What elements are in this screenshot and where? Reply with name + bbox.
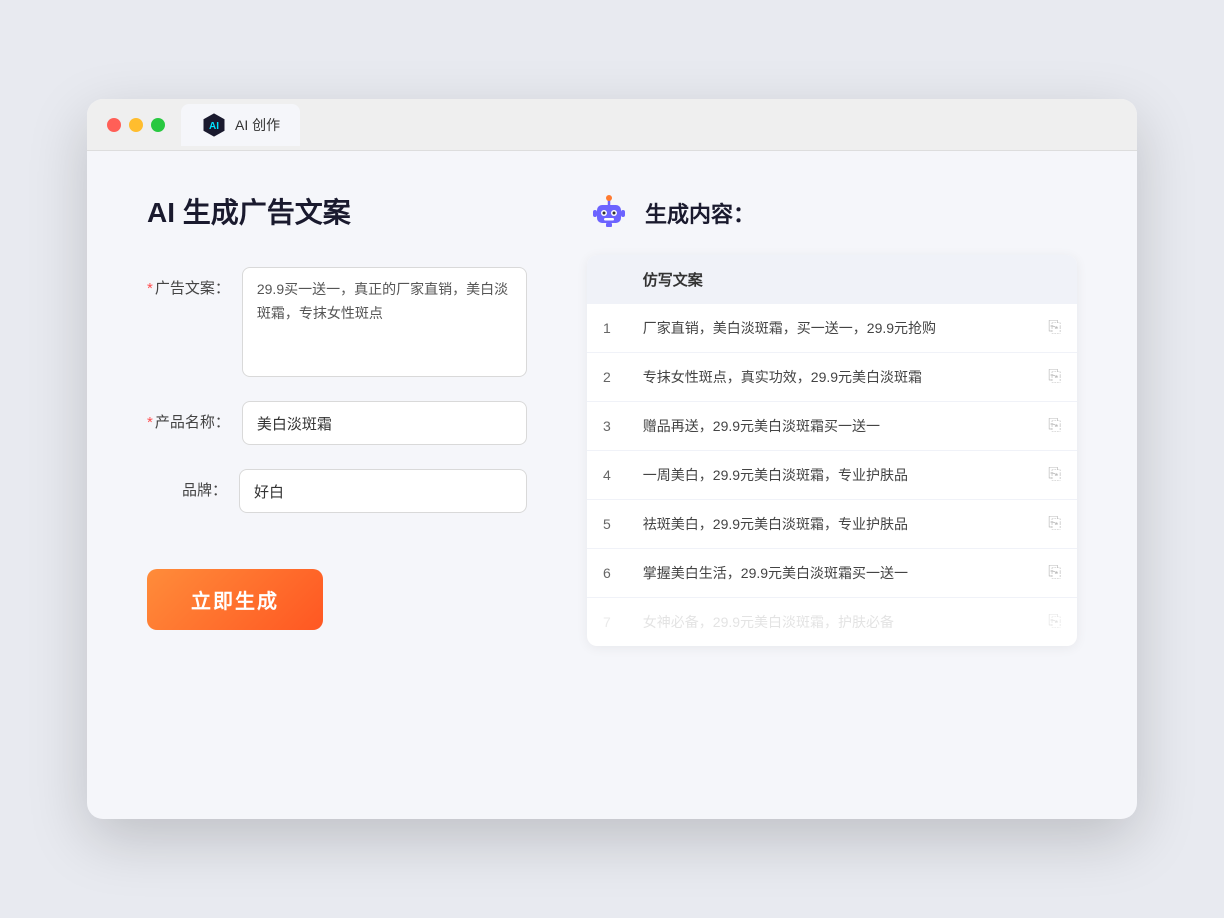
table-row-num: 6 <box>587 549 627 598</box>
brand-group: 品牌： <box>147 469 527 513</box>
robot-icon <box>587 191 631 235</box>
ai-tab-icon: AI <box>201 112 227 138</box>
result-header: 生成内容： <box>587 191 1077 235</box>
ad-copy-required: * <box>147 280 153 297</box>
copy-icon[interactable]: ⎘ <box>1032 451 1077 500</box>
ad-copy-group: *广告文案： 29.9买一送一，真正的厂家直销，美白淡斑霜，专抹女性斑点 <box>147 267 527 377</box>
copy-icon[interactable]: ⎘ <box>1032 353 1077 402</box>
col-header-copy: 仿写文案 <box>627 255 1032 304</box>
copy-icon[interactable]: ⎘ <box>1032 549 1077 598</box>
copy-icon[interactable]: ⎘ <box>1032 402 1077 451</box>
product-name-input[interactable] <box>242 401 527 445</box>
minimize-button[interactable] <box>129 118 143 132</box>
table-row-num: 3 <box>587 402 627 451</box>
right-panel: 生成内容： 仿写文案 1厂家直销，美白淡斑霜，买一送一，29.9元抢购⎘2专抹女… <box>587 191 1077 771</box>
table-row: 一周美白，29.9元美白淡斑霜，专业护肤品 <box>627 451 1032 500</box>
generate-button[interactable]: 立即生成 <box>147 569 323 630</box>
table-row-num: 1 <box>587 304 627 353</box>
title-bar: AI AI 创作 <box>87 99 1137 151</box>
copy-icon[interactable]: ⎘ <box>1032 500 1077 549</box>
browser-window: AI AI 创作 AI 生成广告文案 *广告文案： 29.9买一送一，真正的厂家… <box>87 99 1137 819</box>
table-row: 厂家直销，美白淡斑霜，买一送一，29.9元抢购 <box>627 304 1032 353</box>
ai-tab-label: AI 创作 <box>235 115 280 135</box>
table-row: 专抹女性斑点，真实功效，29.9元美白淡斑霜 <box>627 353 1032 402</box>
product-name-group: *产品名称： <box>147 401 527 445</box>
col-header-action <box>1032 255 1077 304</box>
ad-copy-label: *广告文案： <box>147 267 230 298</box>
table-row-num: 2 <box>587 353 627 402</box>
table-row: 女神必备，29.9元美白淡斑霜，护肤必备 <box>627 598 1032 647</box>
svg-text:AI: AI <box>209 121 219 132</box>
table-row-num: 4 <box>587 451 627 500</box>
maximize-button[interactable] <box>151 118 165 132</box>
page-title: AI 生成广告文案 <box>147 191 527 231</box>
copy-icon[interactable]: ⎘ <box>1032 598 1077 647</box>
col-header-num <box>587 255 627 304</box>
result-title: 生成内容： <box>645 197 755 229</box>
ad-copy-textarea[interactable]: 29.9买一送一，真正的厂家直销，美白淡斑霜，专抹女性斑点 <box>242 267 527 377</box>
copy-icon[interactable]: ⎘ <box>1032 304 1077 353</box>
brand-input[interactable] <box>239 469 527 513</box>
product-name-required: * <box>147 414 153 431</box>
left-panel: AI 生成广告文案 *广告文案： 29.9买一送一，真正的厂家直销，美白淡斑霜，… <box>147 191 527 771</box>
product-name-label: *产品名称： <box>147 401 230 432</box>
table-row-num: 7 <box>587 598 627 647</box>
close-button[interactable] <box>107 118 121 132</box>
table-row: 祛斑美白，29.9元美白淡斑霜，专业护肤品 <box>627 500 1032 549</box>
ai-tab[interactable]: AI AI 创作 <box>181 104 300 146</box>
brand-label: 品牌： <box>147 469 227 500</box>
table-row: 掌握美白生活，29.9元美白淡斑霜买一送一 <box>627 549 1032 598</box>
main-content: AI 生成广告文案 *广告文案： 29.9买一送一，真正的厂家直销，美白淡斑霜，… <box>87 151 1137 811</box>
table-row-num: 5 <box>587 500 627 549</box>
result-table: 仿写文案 1厂家直销，美白淡斑霜，买一送一，29.9元抢购⎘2专抹女性斑点，真实… <box>587 255 1077 646</box>
traffic-lights <box>107 118 165 132</box>
table-row: 赠品再送，29.9元美白淡斑霜买一送一 <box>627 402 1032 451</box>
